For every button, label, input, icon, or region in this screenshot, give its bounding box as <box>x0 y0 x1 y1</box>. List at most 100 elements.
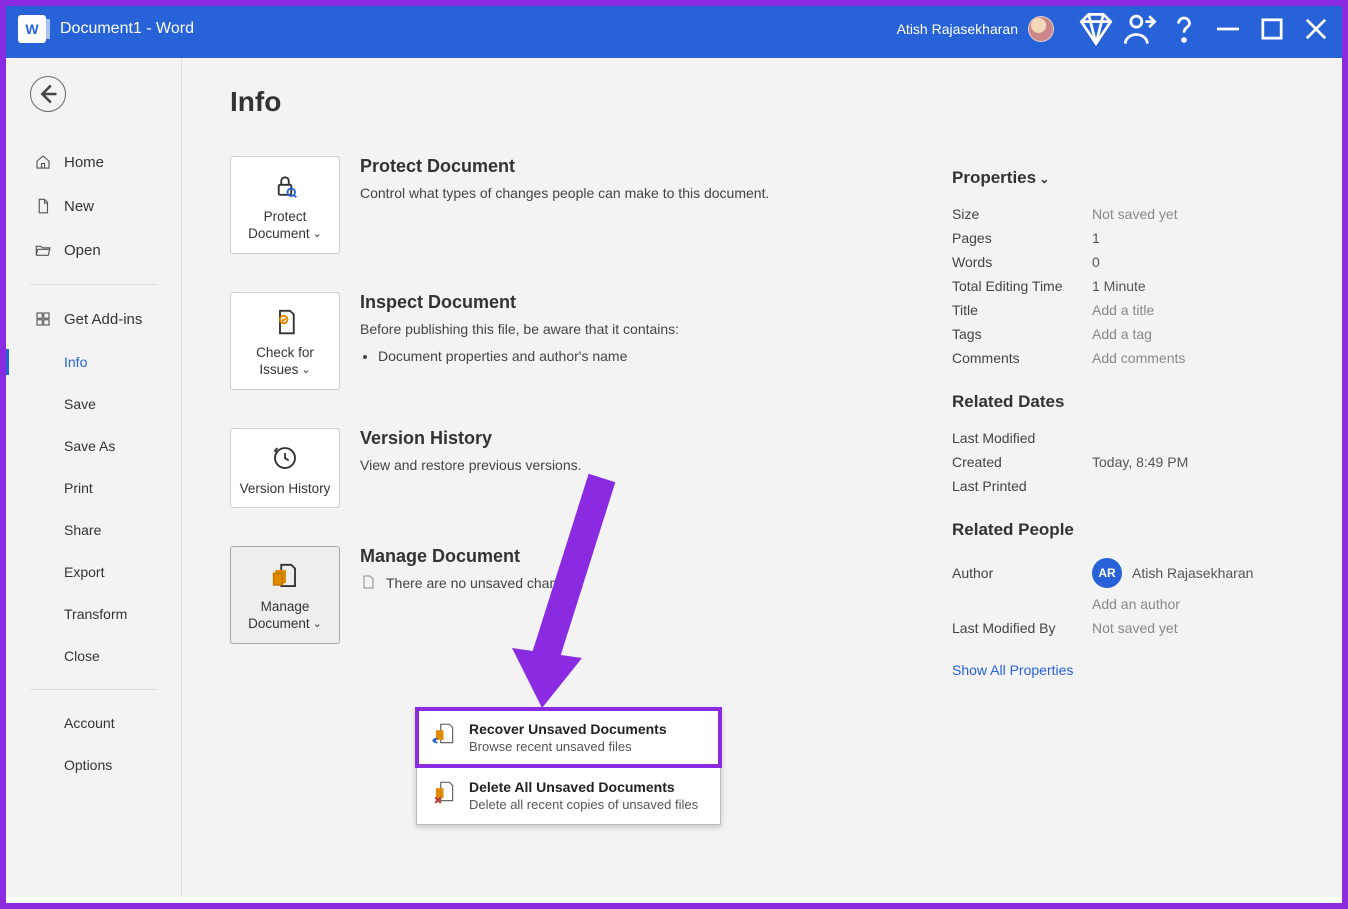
sidebar-item-home[interactable]: Home <box>6 140 181 184</box>
author-name[interactable]: Atish Rajasekharan <box>1132 565 1253 581</box>
properties-header[interactable]: Properties <box>952 168 1292 188</box>
sidebar-item-account[interactable]: Account <box>6 702 181 744</box>
premium-diamond-icon[interactable] <box>1074 9 1118 49</box>
sidebar-item-print[interactable]: Print <box>6 467 181 509</box>
prop-label: Last Modified <box>952 430 1092 446</box>
inspect-heading: Inspect Document <box>360 292 679 313</box>
sidebar-item-label: Transform <box>64 606 127 622</box>
card-label: Protect Document <box>237 209 333 243</box>
card-label: Check for Issues <box>237 345 333 379</box>
delete-unsaved-icon <box>431 779 457 810</box>
sidebar-item-label: Open <box>64 242 101 259</box>
sidebar-item-label: Export <box>64 564 104 580</box>
sidebar-item-options[interactable]: Options <box>6 744 181 786</box>
add-author-input[interactable]: Add an author <box>1092 596 1180 612</box>
prop-value: Today, 8:49 PM <box>1092 454 1188 470</box>
sidebar-item-close[interactable]: Close <box>6 635 181 677</box>
home-icon <box>34 153 52 171</box>
info-content: Info Protect Document Protect Document C… <box>182 58 1342 897</box>
properties-panel: Properties SizeNot saved yet Pages1 Word… <box>952 168 1292 678</box>
window-minimize-button[interactable] <box>1206 9 1250 49</box>
sidebar-item-label: New <box>64 198 94 215</box>
sidebar-item-label: Close <box>64 648 100 664</box>
prop-value: Not saved yet <box>1092 206 1178 222</box>
prop-label: Comments <box>952 350 1092 366</box>
sidebar-item-label: Share <box>64 522 101 538</box>
card-label: Manage Document <box>237 599 333 633</box>
sidebar-item-save-as[interactable]: Save As <box>6 425 181 467</box>
folder-open-icon <box>34 241 52 259</box>
sidebar-item-info[interactable]: Info <box>6 341 181 383</box>
manage-doc-icon <box>270 559 300 593</box>
prop-label: Last Modified By <box>952 620 1092 636</box>
back-button[interactable] <box>30 76 66 112</box>
lock-shield-icon <box>270 169 300 203</box>
user-avatar[interactable] <box>1028 16 1054 42</box>
protect-heading: Protect Document <box>360 156 769 177</box>
share-person-icon[interactable] <box>1118 9 1162 49</box>
signed-in-user[interactable]: Atish Rajasekharan <box>897 21 1018 37</box>
prop-label: Pages <box>952 230 1092 246</box>
sidebar-item-label: Print <box>64 480 93 496</box>
manage-document-button[interactable]: Manage Document <box>230 546 340 644</box>
sidebar-item-transform[interactable]: Transform <box>6 593 181 635</box>
new-doc-icon <box>34 197 52 215</box>
prop-label: Tags <box>952 326 1092 342</box>
protect-description: Control what types of changes people can… <box>360 183 769 204</box>
sidebar-item-addins[interactable]: Get Add-ins <box>6 297 181 341</box>
inspect-doc-icon <box>270 305 300 339</box>
prop-label: Words <box>952 254 1092 270</box>
word-logo-icon: W <box>18 15 46 43</box>
sidebar-item-label: Save As <box>64 438 115 454</box>
sidebar-item-label: Home <box>64 154 104 171</box>
recover-unsaved-menu-item[interactable]: Recover Unsaved Documents Browse recent … <box>417 709 720 766</box>
prop-label: Last Printed <box>952 478 1092 494</box>
backstage-sidebar: Home New Open Get Add-ins Info Save Save… <box>6 58 182 897</box>
sidebar-item-save[interactable]: Save <box>6 383 181 425</box>
prop-value: 0 <box>1092 254 1100 270</box>
prop-value: Not saved yet <box>1092 620 1178 636</box>
prop-label: Total Editing Time <box>952 278 1092 294</box>
check-for-issues-button[interactable]: Check for Issues <box>230 292 340 390</box>
add-title-input[interactable]: Add a title <box>1092 302 1154 318</box>
sidebar-item-export[interactable]: Export <box>6 551 181 593</box>
add-tag-input[interactable]: Add a tag <box>1092 326 1152 342</box>
prop-label: Size <box>952 206 1092 222</box>
related-dates-header: Related Dates <box>952 392 1292 412</box>
manage-document-menu: Recover Unsaved Documents Browse recent … <box>416 708 721 825</box>
help-icon[interactable] <box>1162 9 1206 49</box>
version-history-button[interactable]: Version History <box>230 428 340 509</box>
author-avatar[interactable]: AR <box>1092 558 1122 588</box>
inspect-description: Before publishing this file, be aware th… <box>360 319 679 340</box>
card-label: Version History <box>240 481 331 498</box>
sidebar-item-label: Info <box>64 354 87 370</box>
add-comments-input[interactable]: Add comments <box>1092 350 1185 366</box>
manage-description: There are no unsaved changes. <box>386 575 584 591</box>
show-all-properties-link[interactable]: Show All Properties <box>952 662 1292 678</box>
sidebar-item-open[interactable]: Open <box>6 228 181 272</box>
prop-value: 1 <box>1092 230 1100 246</box>
doc-small-icon <box>360 574 378 596</box>
related-people-header: Related People <box>952 520 1292 540</box>
page-title: Info <box>230 86 1302 118</box>
version-history-description: View and restore previous versions. <box>360 455 582 476</box>
menu-item-title: Recover Unsaved Documents <box>469 721 667 737</box>
sidebar-item-new[interactable]: New <box>6 184 181 228</box>
version-history-heading: Version History <box>360 428 582 449</box>
prop-value: 1 Minute <box>1092 278 1146 294</box>
manage-heading: Manage Document <box>360 546 584 567</box>
protect-document-button[interactable]: Protect Document <box>230 156 340 254</box>
history-clock-icon <box>270 441 300 475</box>
addins-icon <box>34 310 52 328</box>
sidebar-item-label: Save <box>64 396 96 412</box>
window-close-button[interactable] <box>1294 9 1338 49</box>
sidebar-item-label: Get Add-ins <box>64 311 142 328</box>
recover-icon <box>431 721 457 752</box>
window-maximize-button[interactable] <box>1250 9 1294 49</box>
inspect-bullet: Document properties and author's name <box>378 348 679 364</box>
prop-label: Title <box>952 302 1092 318</box>
sidebar-item-label: Account <box>64 715 115 731</box>
sidebar-item-share[interactable]: Share <box>6 509 181 551</box>
document-title: Document1 - Word <box>60 20 194 38</box>
delete-unsaved-menu-item[interactable]: Delete All Unsaved Documents Delete all … <box>417 767 720 824</box>
